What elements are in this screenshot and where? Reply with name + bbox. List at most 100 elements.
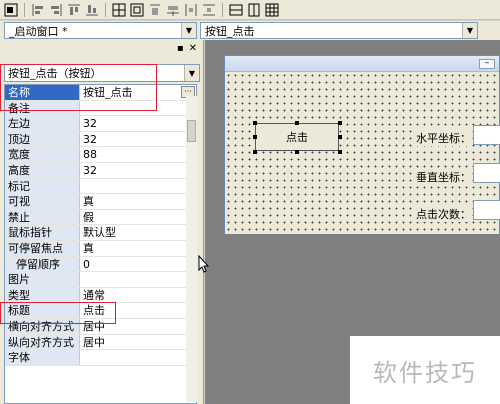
property-row[interactable]: 备注 [5,100,196,117]
property-row[interactable]: 鼠标指针 默认型 [5,225,196,241]
property-value[interactable] [80,272,196,287]
align-right-icon[interactable] [48,2,64,18]
property-name: 名称 [5,85,80,100]
resize-handle[interactable] [295,150,299,154]
object-selector-value: 按钮_点击（按钮） [8,67,102,80]
property-value[interactable]: 真 [80,194,196,209]
toolbar-separator [24,2,25,17]
click-count-label: 点击次数： [415,206,472,222]
property-value[interactable]: 假 [80,210,196,225]
center-both-icon[interactable] [246,2,262,18]
property-value[interactable] [80,179,196,194]
property-value[interactable]: 88 [80,147,196,162]
align-left-icon[interactable] [3,2,19,18]
align-hcenter-icon[interactable] [30,2,46,18]
property-row[interactable]: 图片 [5,272,196,288]
property-row[interactable]: 可视真 [5,194,196,210]
scrollbar-thumb[interactable] [187,120,196,142]
property-value[interactable]: 默认型 [80,225,196,240]
property-row[interactable]: 宽度 88 [5,147,196,163]
close-icon[interactable]: ✕ [189,43,197,54]
property-value[interactable]: 点击 [80,303,196,318]
property-grid: 名称 按钮_点击 ··· 备注 左边 32 顶边 32 宽度 88 高度 32 标记 可视… [4,84,197,404]
vertical-coord-input[interactable] [473,163,500,183]
property-row[interactable]: 停留顺序 0 [5,256,196,273]
property-name: 顶边 [5,131,80,147]
grid-icon[interactable] [264,2,280,18]
resize-handle[interactable] [253,150,257,154]
toolbar-separator [105,2,106,17]
property-value[interactable] [80,101,196,116]
property-name: 可停留焦点 [5,240,80,256]
property-value[interactable]: 按钮_点击 ··· [80,85,196,100]
pin-icon[interactable]: ▪ [177,43,184,54]
chevron-down-icon[interactable]: ▼ [462,23,477,38]
property-row[interactable]: 可停留焦点真 [5,240,196,257]
property-name: 横向对齐方式 [5,318,80,334]
form-body[interactable]: 点击 水平坐标： 垂直坐标： 点击次数： [225,72,500,234]
same-width-icon[interactable] [129,2,145,18]
resize-handle[interactable] [338,135,342,139]
chevron-down-icon[interactable]: ▼ [181,23,196,38]
vertical-coord-label: 垂直坐标： [415,169,472,185]
property-name: 类型 [5,287,80,303]
property-name: 标题 [5,303,80,318]
property-name: 可视 [5,194,80,209]
center-v-icon[interactable] [228,2,244,18]
event-selector[interactable]: 按钮_点击 ▼ [200,22,478,39]
watermark: 软件技巧 [350,336,500,404]
space-h-icon[interactable] [165,2,181,18]
chevron-down-icon[interactable]: ▼ [184,65,199,81]
property-name: 高度 [5,162,80,178]
space-v-icon[interactable] [183,2,199,18]
resize-handle[interactable] [253,121,257,125]
property-name: 图片 [5,272,80,287]
property-row[interactable]: 标记 [5,178,196,195]
form-title-bar: – [225,56,499,72]
property-row[interactable]: 顶边 32 [5,131,196,148]
property-row[interactable]: 名称 按钮_点击 ··· [5,85,196,101]
click-button[interactable]: 点击 [255,123,339,151]
resize-handle[interactable] [253,135,257,139]
property-row[interactable]: 字体 [5,350,196,366]
property-name: 鼠标指针 [5,225,80,240]
property-value-text: 按钮_点击 [83,86,133,99]
property-row[interactable]: 类型 通常 [5,287,196,304]
property-value[interactable]: 32 [80,116,196,131]
property-value[interactable]: 真 [80,241,196,256]
same-height-icon[interactable] [147,2,163,18]
event-selector-value: 按钮_点击 [205,24,255,38]
property-name: 停留顺序 [5,256,80,272]
property-row[interactable]: 左边 32 [5,116,196,132]
property-name: 左边 [5,116,80,131]
property-name: 字体 [5,350,80,365]
window-selector[interactable]: _启动窗口 * ▼ [4,22,197,39]
property-value[interactable]: 通常 [80,288,196,303]
property-row[interactable]: 高度 32 [5,162,196,179]
minimize-button[interactable]: – [479,59,495,69]
property-row[interactable]: 横向对齐方式 居中 [5,318,196,335]
horizontal-coord-input[interactable] [473,125,500,145]
object-selector[interactable]: 按钮_点击（按钮） ▼ [4,64,200,82]
property-row[interactable]: 标题 点击 [5,303,196,319]
property-value[interactable]: 居中 [80,319,196,334]
property-value[interactable] [80,350,196,365]
click-count-input[interactable] [473,200,500,220]
property-value[interactable]: 0 [80,257,196,272]
resize-handle[interactable] [338,121,342,125]
property-value[interactable]: 32 [80,163,196,178]
align-vcenter-icon[interactable] [84,2,100,18]
property-value[interactable]: 32 [80,132,196,147]
align-bottom-icon[interactable] [111,2,127,18]
design-form[interactable]: – 点击 水平坐标： 垂直坐标： 点击次数： [224,55,500,234]
resize-handle[interactable] [338,150,342,154]
property-scrollbar[interactable] [186,96,197,402]
property-value[interactable]: 居中 [80,335,196,350]
align-top-icon[interactable] [66,2,82,18]
property-row[interactable]: 纵向对齐方式 居中 [5,334,196,351]
property-row[interactable]: 禁止假 [5,209,196,226]
property-panel: ▪ ✕ 按钮_点击（按钮） ▼ 名称 按钮_点击 ··· 备注 左边 32 顶边 32… [0,40,204,404]
center-h-icon[interactable] [201,2,217,18]
toolbar-separator [222,2,223,17]
resize-handle[interactable] [295,121,299,125]
